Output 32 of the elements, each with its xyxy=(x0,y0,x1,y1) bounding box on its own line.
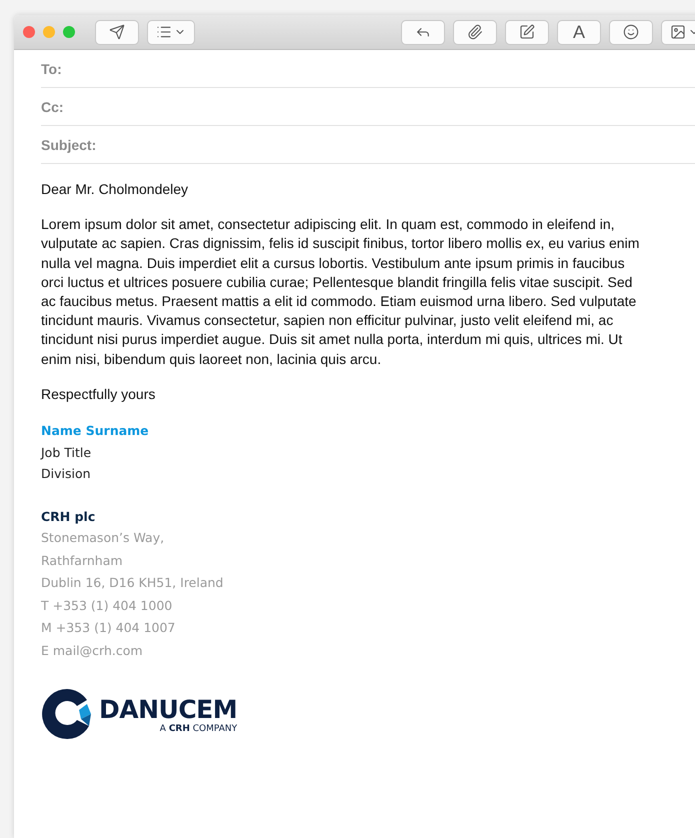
markup-button[interactable] xyxy=(505,20,549,44)
field-label: To: xyxy=(41,60,62,76)
paperclip-icon xyxy=(467,24,483,40)
job-title: Job Title xyxy=(41,444,92,462)
address-line: M +353 (1) 404 1007 xyxy=(41,619,176,638)
address-line: T +353 (1) 404 1000 xyxy=(41,596,174,615)
emoji-button[interactable] xyxy=(609,20,653,44)
logo-tagline: A CRH COMPANY xyxy=(160,723,238,736)
company-name: CRH plc xyxy=(41,508,96,526)
logo-mark-icon xyxy=(41,688,93,740)
address-line: E mail@crh.com xyxy=(41,642,144,660)
photo-browser-button[interactable] xyxy=(661,20,695,44)
attach-button[interactable] xyxy=(453,20,497,44)
font-button[interactable]: A xyxy=(557,20,601,44)
division: Division xyxy=(41,465,92,484)
signature-name: Name Surname xyxy=(41,422,150,440)
body-paragraph: Lorem ipsum dolor sit amet, consectetur adipiscing elit. In quam est, commodo in eleifend in, vulputate ac sapien. Cras dignissim, felis id suscipit finibus, tortor libero mollis ex, eu varius enim nulla vel magna. Duis imperdiet elit a cursus lobortis. Vestibulum ante ipsum primis in faucibus orci luctus et ultrices posuere cubilia curae; Pellentesque blandit fringilla felis vitae suscipit. Sed ac faucibus metus. Praesent mattis a elit id commodo. Etiam euismod urna libero. Sed vulputate tincidunt mauris. Vivamus consectetur, sapien non efficitur pulvinar, justo velit eleifend mi, ac tincidunt nisi purus imperdiet augue. Duis sit amet nulla porta, interdum mi quis, ultrices mi. Ut enim nisi, bibendum quis laoreet non, lacinia quis arcu. xyxy=(41,215,640,369)
closing: Respectfully yours xyxy=(41,384,156,404)
address-line: Stonemason’s Way, xyxy=(41,529,166,548)
field-label: Cc: xyxy=(41,98,64,114)
address-line: Dublin 16, D16 KH51, Ireland xyxy=(41,574,224,592)
image-icon xyxy=(670,24,686,40)
reply-button[interactable] xyxy=(401,20,445,44)
header-fields-button[interactable] xyxy=(147,20,195,44)
pen-on-square-icon xyxy=(519,24,535,40)
send-button[interactable] xyxy=(95,20,139,44)
smiley-icon xyxy=(623,24,639,40)
logo-wordmark: DANUCEM xyxy=(99,697,238,724)
paper-plane-icon xyxy=(109,24,125,40)
address-line: Rathfarnham xyxy=(41,552,124,570)
greeting: Dear Mr. Cholmondeley xyxy=(41,180,190,199)
field-label: Subject: xyxy=(41,136,96,152)
